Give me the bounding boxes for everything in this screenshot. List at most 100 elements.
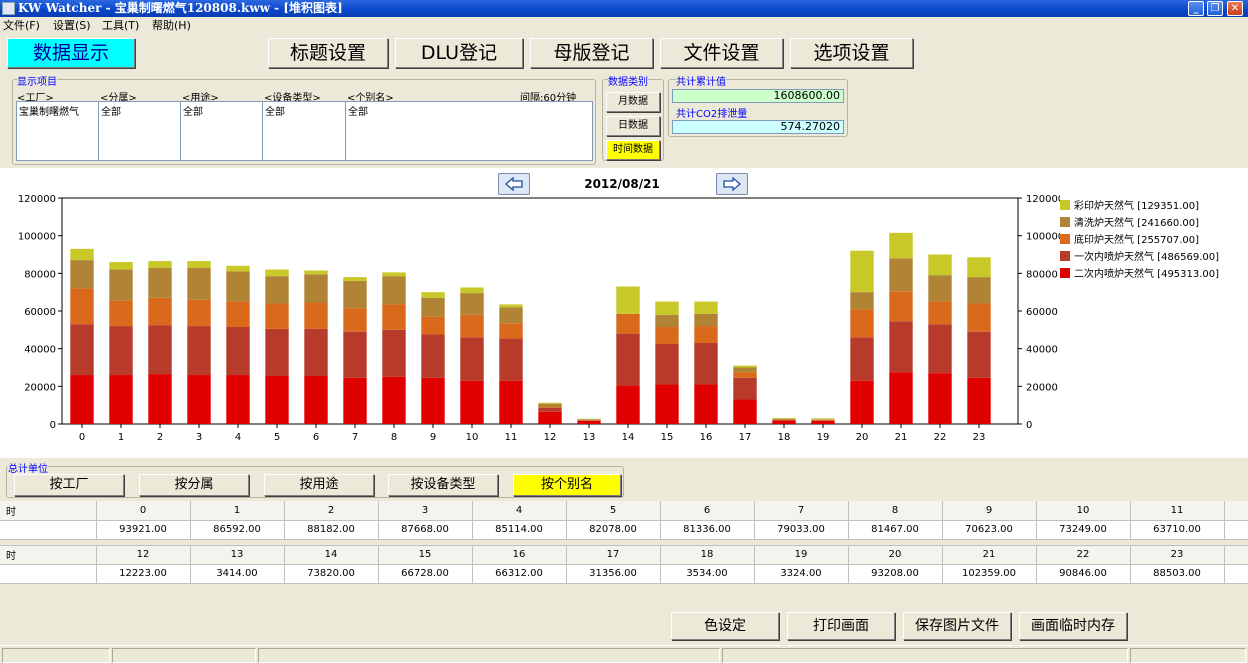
x-tick-label: 21 [895,432,908,443]
x-tick-label: 3 [196,432,202,443]
value-cell: 63710.00 [1130,520,1225,540]
hour-cell: 9 [942,501,1037,521]
bar-segment [265,303,289,329]
by-purpose-button[interactable]: 按用途 [264,474,374,496]
device-type-list[interactable]: 全部 [262,101,346,161]
legend-swatch [1060,199,1070,210]
value-cell: 70623.00 [942,520,1037,540]
legend-label: 一次内喷炉天然气 [486569.00] [1074,252,1220,263]
tab-master-register[interactable]: 母版登记 [530,38,653,68]
bar-segment [382,329,406,377]
bar-segment [928,373,952,424]
menu-tools[interactable]: 工具(T) [102,17,139,35]
tab-file-settings[interactable]: 文件设置 [660,38,783,68]
list-item[interactable]: 全部 [348,107,368,118]
list-item[interactable]: 全部 [265,107,285,118]
print-screen-button[interactable]: 打印画面 [787,612,895,640]
bar-segment [538,402,562,404]
daily-data-button[interactable]: 日数据 [606,116,660,136]
menu-file[interactable]: 文件(F) [3,17,40,35]
screen-memory-button[interactable]: 画面临时内存 [1019,612,1127,640]
y-tick-label-left: 40000 [24,345,56,356]
bar-segment [655,327,679,344]
tab-dlu-register[interactable]: DLU登记 [395,38,523,68]
save-image-button[interactable]: 保存图片文件 [903,612,1011,640]
status-bar [0,645,1248,663]
bar-segment [850,292,874,310]
by-device-type-button[interactable]: 按设备类型 [388,474,498,496]
legend-swatch [1060,216,1070,227]
x-tick-label: 10 [466,432,479,443]
bar-segment [616,286,640,314]
status-panel [112,648,256,663]
bar-segment [226,375,250,424]
division-list[interactable]: 全部 [98,101,181,161]
value-cell: 88503.00 [1130,564,1225,584]
bar-segment [928,324,952,374]
value-cell: 66728.00 [378,564,473,584]
time-data-button[interactable]: 时间数据 [606,140,660,160]
value-cell: 86592.00 [190,520,285,540]
bar-segment [70,324,94,376]
by-factory-button[interactable]: 按工厂 [14,474,124,496]
maximize-icon[interactable]: ❐ [1207,1,1223,16]
bar-segment [850,337,874,381]
bar-segment [694,326,718,344]
bar-segment [772,417,796,419]
tab-title-settings[interactable]: 标题设置 [268,38,388,68]
x-tick-label: 9 [430,432,436,443]
purpose-list[interactable]: 全部 [180,101,263,161]
hour-cell: 18 [660,545,755,565]
bar-segment [694,313,718,327]
menu-help[interactable]: 帮助(H) [152,17,191,35]
minimize-icon[interactable]: _ [1188,1,1204,16]
bar-segment [421,377,445,424]
bar-segment [538,407,562,408]
menu-settings[interactable]: 设置(S) [53,17,91,35]
bar-segment [616,385,640,424]
x-tick-label: 6 [313,432,319,443]
factory-list[interactable]: 宝巢制曙燃气 [16,101,99,161]
bar-segment [70,260,94,289]
bar-segment [889,232,913,259]
list-item[interactable]: 全部 [183,107,203,118]
hour-cell: 22 [1036,545,1131,565]
bar-segment [109,269,133,301]
value-cell: 82078.00 [566,520,661,540]
bar-segment [577,420,601,424]
y-tick-label-right: 40000 [1026,345,1058,356]
list-item[interactable]: 全部 [101,107,121,118]
by-division-button[interactable]: 按分属 [139,474,249,496]
bar-segment [148,325,172,375]
bar-segment [343,377,367,424]
monthly-data-button[interactable]: 月数据 [606,92,660,112]
bar-segment [460,287,484,294]
bar-segment [109,300,133,327]
bar-segment [421,334,445,378]
value-cell: 31356.00 [566,564,661,584]
bar-segment [460,337,484,381]
table-header-row: 时 12 13 14 15 16 17 18 19 20 21 22 23 [0,545,1248,565]
y-tick-label-right: 120000 [1026,194,1060,205]
color-settings-button[interactable]: 色设定 [671,612,779,640]
individual-name-list[interactable]: 全部 [345,101,593,161]
cumulative-label: 共计累计值 [676,73,726,88]
list-item[interactable]: 宝巢制曙燃气 [19,107,79,118]
bar-segment [148,297,172,326]
by-alias-button[interactable]: 按个别名 [513,474,621,496]
hour-cell: 16 [472,545,567,565]
bar-segment [382,272,406,277]
bar-segment [343,331,367,378]
hour-cell: 11 [1130,501,1225,521]
stacked-bar-chart: 0 0 20000 20000 40000 40000 60000 60000 80000 800… [18,194,1060,443]
aggregate-units-label: 总计单位 [8,460,48,475]
bar-segment [226,271,250,302]
tab-data-display[interactable]: 数据显示 [7,38,135,68]
bar-segment [499,380,523,424]
hour-cell: 19 [754,545,849,565]
close-icon[interactable]: ✕ [1227,1,1243,16]
tab-option-settings[interactable]: 选项设置 [790,38,913,68]
bar-segment [772,420,796,424]
status-panel [722,648,1128,663]
y-tick-label-right: 20000 [1026,382,1058,393]
